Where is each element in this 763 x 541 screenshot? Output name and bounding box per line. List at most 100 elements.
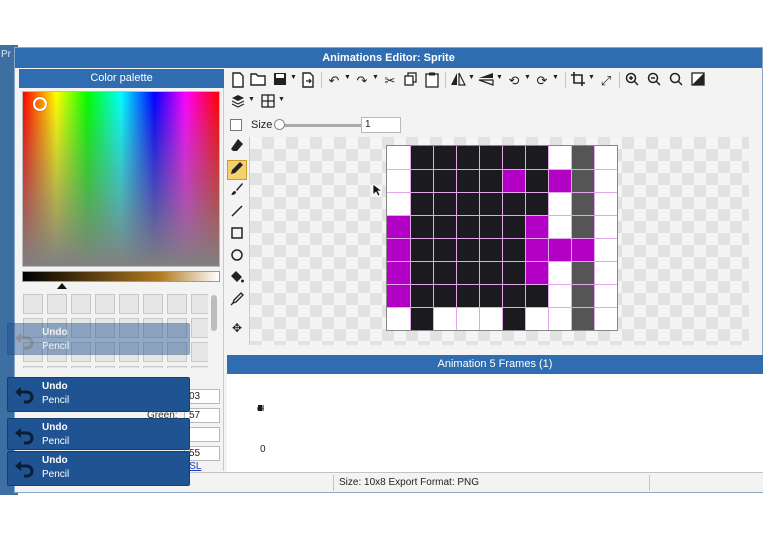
- fill-tool-icon[interactable]: [227, 270, 247, 290]
- flip-vertical-icon[interactable]: [477, 72, 495, 90]
- undo-dropdown-icon[interactable]: ▼: [344, 74, 351, 81]
- eyedropper-tool-icon[interactable]: [227, 292, 247, 312]
- toggle-background-icon[interactable]: [689, 72, 707, 90]
- sprite-pixel[interactable]: [387, 215, 410, 238]
- sprite-pixel[interactable]: [433, 146, 456, 169]
- sprite-pixel[interactable]: [525, 238, 548, 261]
- color-swatch[interactable]: [119, 294, 139, 314]
- rotate-right-icon[interactable]: ⟳: [533, 72, 551, 90]
- new-file-icon[interactable]: [229, 72, 247, 90]
- rectangle-tool-icon[interactable]: [227, 226, 247, 246]
- open-folder-icon[interactable]: [249, 72, 267, 90]
- color-swatch[interactable]: [95, 294, 115, 314]
- rotate-left-icon[interactable]: ⟲: [505, 72, 523, 90]
- sprite-pixel[interactable]: [387, 284, 410, 307]
- undo-toast[interactable]: Undo Pencil: [7, 418, 190, 450]
- sprite-pixel[interactable]: [525, 261, 548, 284]
- cut-icon[interactable]: ✂: [381, 72, 399, 90]
- sprite-pixel[interactable]: [502, 169, 525, 192]
- zoom-reset-icon[interactable]: [667, 72, 685, 90]
- sprite-pixel[interactable]: [456, 238, 479, 261]
- sprite-pixel[interactable]: [456, 169, 479, 192]
- sprite-pixel[interactable]: [433, 284, 456, 307]
- sprite-pixel[interactable]: [571, 146, 594, 169]
- sprite-pixel[interactable]: [502, 215, 525, 238]
- move-tool-icon[interactable]: ✥: [227, 318, 247, 338]
- crop-icon[interactable]: [569, 72, 587, 90]
- undo-toast[interactable]: Undo Pencil: [7, 377, 190, 412]
- rotate-left-dropdown-icon[interactable]: ▼: [524, 74, 531, 81]
- sprite-pixel[interactable]: [571, 169, 594, 192]
- sprite-pixel[interactable]: [456, 192, 479, 215]
- sprite-pixel[interactable]: [410, 215, 433, 238]
- undo-icon[interactable]: ↶: [325, 72, 343, 90]
- paste-icon[interactable]: [423, 72, 441, 90]
- undo-toast[interactable]: Undo Pencil: [7, 451, 190, 486]
- sprite-pixel[interactable]: [479, 146, 502, 169]
- sprite-pixel[interactable]: [456, 146, 479, 169]
- sprite-pixel[interactable]: [433, 238, 456, 261]
- sprite-pixel[interactable]: [410, 192, 433, 215]
- color-swatch[interactable]: [47, 294, 67, 314]
- line-tool-icon[interactable]: [227, 204, 247, 224]
- sprite-pixel[interactable]: [479, 238, 502, 261]
- color-swatch[interactable]: [143, 294, 163, 314]
- sprite-pixel[interactable]: [571, 215, 594, 238]
- sprite-pixel[interactable]: [479, 192, 502, 215]
- color-swatch[interactable]: [191, 366, 208, 368]
- sprite-pixel[interactable]: [502, 238, 525, 261]
- sprite-pixel[interactable]: [433, 215, 456, 238]
- color-swatch[interactable]: [167, 294, 187, 314]
- ellipse-tool-icon[interactable]: [227, 248, 247, 268]
- sprite-pixel[interactable]: [410, 169, 433, 192]
- color-swatch[interactable]: [191, 294, 208, 314]
- sprite-pixel[interactable]: [525, 192, 548, 215]
- sprite-pixel[interactable]: [479, 261, 502, 284]
- sprite-pixel[interactable]: [433, 192, 456, 215]
- undo-toast-faded[interactable]: Undo Pencil: [7, 323, 190, 355]
- sprite-pixel-grid[interactable]: [386, 145, 618, 331]
- color-picker-cursor[interactable]: [33, 97, 47, 111]
- sprite-pixel[interactable]: [387, 238, 410, 261]
- color-swatch[interactable]: [71, 294, 91, 314]
- sprite-pixel[interactable]: [433, 261, 456, 284]
- size-checkbox[interactable]: [230, 119, 242, 131]
- export-icon[interactable]: [299, 72, 317, 90]
- sprite-pixel[interactable]: [456, 261, 479, 284]
- color-swatch[interactable]: [23, 294, 43, 314]
- grid-icon[interactable]: [259, 94, 277, 112]
- resize-icon[interactable]: ⤢: [597, 72, 615, 90]
- redo-icon[interactable]: ↷: [353, 72, 371, 90]
- sprite-pixel[interactable]: [502, 192, 525, 215]
- sprite-pixel[interactable]: [410, 238, 433, 261]
- color-swatch[interactable]: [167, 366, 187, 368]
- size-slider-knob[interactable]: [274, 119, 285, 130]
- color-swatch[interactable]: [143, 366, 163, 368]
- rotate-right-dropdown-icon[interactable]: ▼: [552, 74, 559, 81]
- sprite-pixel[interactable]: [479, 215, 502, 238]
- pencil-tool-icon[interactable]: [227, 160, 247, 180]
- sprite-pixel[interactable]: [571, 238, 594, 261]
- color-picker-area[interactable]: [22, 91, 220, 267]
- canvas-area[interactable]: [249, 137, 749, 345]
- sprite-pixel[interactable]: [479, 284, 502, 307]
- sprite-pixel[interactable]: [433, 169, 456, 192]
- grid-dropdown-icon[interactable]: ▼: [278, 96, 285, 103]
- brightness-slider-marker[interactable]: [57, 283, 67, 289]
- sprite-pixel[interactable]: [387, 261, 410, 284]
- zoom-out-icon[interactable]: [645, 72, 663, 90]
- frame-thumbnail[interactable]: [257, 405, 265, 411]
- sprite-pixel[interactable]: [479, 169, 502, 192]
- zoom-in-icon[interactable]: [623, 72, 641, 90]
- color-swatch[interactable]: [119, 366, 139, 368]
- sprite-pixel[interactable]: [410, 146, 433, 169]
- size-slider-track[interactable]: [277, 124, 362, 127]
- color-swatch[interactable]: [71, 366, 91, 368]
- flip-vertical-dropdown-icon[interactable]: ▼: [496, 74, 503, 81]
- sprite-pixel[interactable]: [502, 146, 525, 169]
- sprite-pixel[interactable]: [525, 169, 548, 192]
- sprite-pixel[interactable]: [571, 192, 594, 215]
- sprite-pixel[interactable]: [548, 238, 571, 261]
- size-field[interactable]: 1: [361, 117, 401, 133]
- sprite-pixel[interactable]: [525, 284, 548, 307]
